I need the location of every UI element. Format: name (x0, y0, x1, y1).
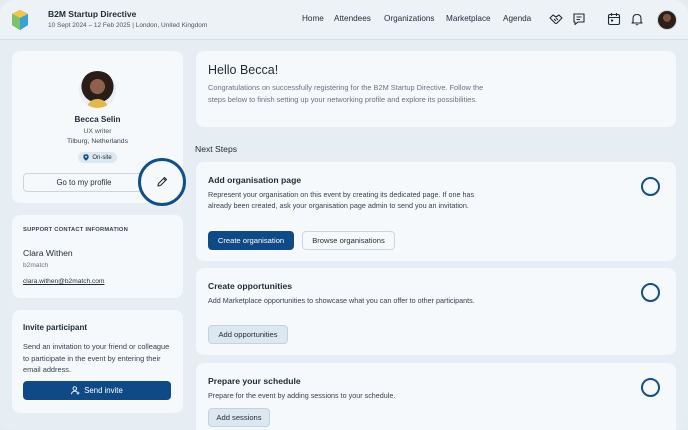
add-user-icon (71, 386, 80, 395)
step-status-circle[interactable] (641, 283, 660, 302)
profile-location: Tilburg, Netherlands (67, 138, 128, 145)
step-card-opportunities: Create opportunities Add Marketplace opp… (196, 268, 676, 355)
step-title: Create opportunities (208, 281, 293, 291)
calendar-icon[interactable] (607, 12, 621, 26)
chat-icon[interactable] (572, 12, 586, 26)
send-invite-label: Send invite (84, 386, 123, 395)
next-steps-heading: Next Steps (195, 144, 238, 154)
step-card-schedule: Prepare your schedule Prepare for the ev… (196, 363, 676, 430)
nav-agenda[interactable]: Agenda (503, 14, 531, 23)
nav-organizations[interactable]: Organizations (384, 14, 435, 23)
profile-name: Becca Selin (74, 115, 121, 124)
step-status-circle[interactable] (641, 177, 660, 196)
top-header: B2M Startup Directive 10 Sept 2024 – 12 … (0, 0, 688, 40)
step-title: Add organisation page (208, 175, 302, 185)
support-name: Clara Withen (23, 248, 73, 258)
go-to-profile-button[interactable]: Go to my profile (23, 173, 145, 192)
handshake-icon[interactable] (549, 12, 563, 26)
step-status-circle[interactable] (641, 378, 660, 397)
support-heading: SUPPORT CONTACT INFORMATION (23, 227, 129, 233)
nav-marketplace[interactable]: Marketplace (446, 14, 491, 23)
support-organization: b2match (23, 262, 49, 269)
event-dates-location: 10 Sept 2024 – 12 Feb 2025 | London, Uni… (48, 22, 208, 29)
step-card-organisation: Add organisation page Represent your org… (196, 162, 676, 261)
bell-icon[interactable] (630, 12, 644, 26)
welcome-text: Congratulations on successfully register… (208, 83, 484, 104)
nav-home[interactable]: Home (302, 14, 324, 23)
invite-title: Invite participant (23, 323, 88, 332)
welcome-title: Hello Becca! (208, 63, 279, 77)
browse-organisations-button[interactable]: Browse organisations (302, 231, 395, 250)
support-contact-card: SUPPORT CONTACT INFORMATION Clara Withen… (12, 215, 183, 298)
location-pin-icon (83, 154, 90, 161)
add-opportunities-button[interactable]: Add opportunities (208, 325, 288, 344)
create-organisation-button[interactable]: Create organisation (208, 231, 294, 250)
invite-participant-card: Invite participant Send an invitation to… (12, 310, 183, 413)
app-frame: B2M Startup Directive 10 Sept 2024 – 12 … (0, 0, 688, 430)
event-title: B2M Startup Directive (48, 9, 137, 19)
add-sessions-button[interactable]: Add sessions (208, 408, 270, 427)
edit-profile-button[interactable] (138, 158, 186, 206)
support-email-link[interactable]: clara.withen@b2match.com (23, 278, 104, 285)
step-title: Prepare your schedule (208, 376, 301, 386)
invite-description: Send an invitation to your friend or col… (23, 342, 170, 374)
nav-attendees[interactable]: Attendees (334, 14, 371, 23)
attendance-badge-label: On-site (92, 154, 112, 161)
b2match-logo-icon[interactable] (10, 9, 30, 31)
step-description: Add Marketplace opportunities to showcas… (208, 296, 475, 305)
user-avatar[interactable] (657, 10, 677, 30)
step-description: Represent your organisation on this even… (208, 190, 475, 211)
profile-avatar (79, 71, 116, 108)
welcome-card: Hello Becca! Congratulations on successf… (196, 51, 676, 127)
step-description: Prepare for the event by adding sessions… (208, 391, 396, 400)
attendance-badge: On-site (78, 152, 117, 163)
pencil-icon (157, 176, 168, 187)
send-invite-button[interactable]: Send invite (23, 381, 171, 400)
profile-role: UX writer (83, 128, 112, 135)
